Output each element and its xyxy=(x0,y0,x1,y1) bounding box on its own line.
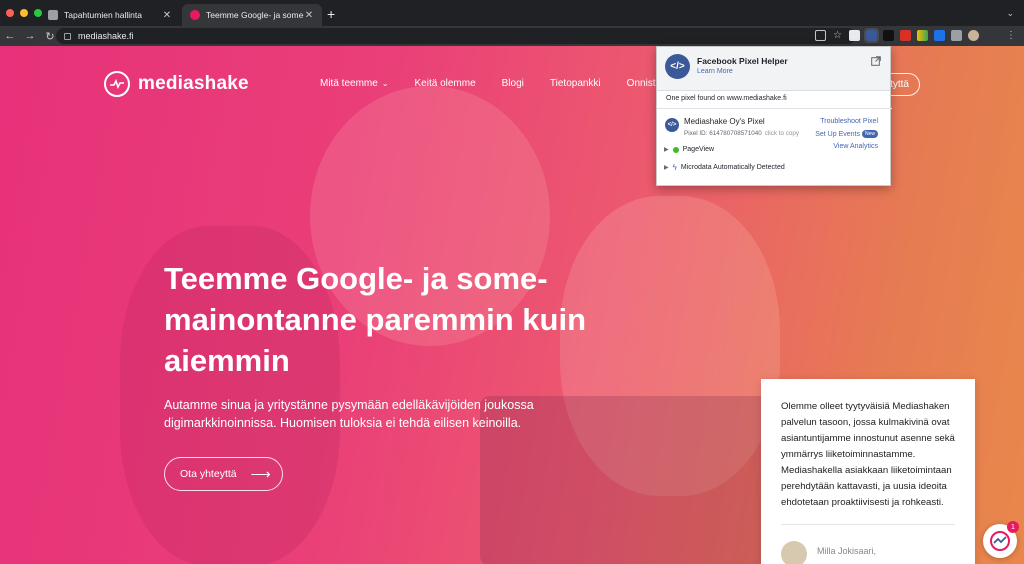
nav-item-keita-olemme[interactable]: Keitä olemme xyxy=(415,78,476,89)
tab-tapahtumien-hallinta[interactable]: Tapahtumien hallinta ✕ xyxy=(40,4,180,26)
tab-title: Teemme Google- ja some-mainontanne xyxy=(206,10,304,20)
bookmark-star-icon[interactable]: ☆ xyxy=(832,30,843,41)
main-nav: Mitä teemme ⌄ Keitä olemme Blogi Tietopan… xyxy=(320,78,669,89)
nav-label: Mitä teemme xyxy=(320,78,378,89)
open-external-icon[interactable] xyxy=(871,56,881,66)
chat-icon xyxy=(990,531,1010,551)
nav-item-tietopankki[interactable]: Tietopankki xyxy=(550,78,601,89)
event-label: PageView xyxy=(682,146,715,153)
testimonial-card: Olemme olleet tyytyväisiä Mediashaken pa… xyxy=(761,379,975,564)
pixel-code-icon: </> xyxy=(665,118,679,132)
extensions-row: ☆ xyxy=(815,28,979,43)
divider xyxy=(657,108,892,109)
close-window-button[interactable] xyxy=(6,9,14,17)
extension-g-icon[interactable] xyxy=(849,30,860,41)
popup-title: Facebook Pixel Helper xyxy=(697,56,788,66)
tab-search-icon[interactable]: ⌄ xyxy=(1006,8,1014,19)
troubleshoot-pixel-link[interactable]: Troubleshoot Pixel xyxy=(820,118,878,125)
extension-red-icon[interactable] xyxy=(900,30,911,41)
close-tab-icon[interactable]: ✕ xyxy=(162,10,172,21)
site-logo[interactable]: mediashake xyxy=(104,71,249,97)
hero-title: Teemme Google- ja some-mainontanne parem… xyxy=(164,261,587,378)
arrow-right-icon: ⟶ xyxy=(250,465,271,482)
chevron-down-icon: ⌄ xyxy=(381,79,389,88)
code-icon: </> xyxy=(665,54,690,79)
pixel-id-value: Pixel ID: 614780708571040 xyxy=(684,130,762,137)
tab-mediashake[interactable]: Teemme Google- ja some-mainontanne ✕ xyxy=(182,4,322,26)
extension-multicolor-icon[interactable] xyxy=(917,30,928,41)
pixel-helper-popup: </> Facebook Pixel Helper Learn More One… xyxy=(656,46,892,186)
author-avatar xyxy=(781,541,807,564)
learn-more-link[interactable]: Learn More xyxy=(697,68,733,75)
event-pageview[interactable]: ▶ PageView xyxy=(664,146,714,153)
tab-favicon-icon xyxy=(190,10,200,20)
expand-triangle-icon: ▶ xyxy=(664,147,669,153)
lock-icon xyxy=(64,32,71,40)
back-button[interactable]: ← xyxy=(0,30,20,42)
tab-favicon-icon xyxy=(48,10,58,20)
lightning-icon: ϟ xyxy=(672,163,677,172)
browser-window: Tapahtumien hallinta ✕ Teemme Google- ja… xyxy=(0,0,1024,564)
copy-hint: click to copy xyxy=(764,130,800,137)
share-icon[interactable] xyxy=(815,30,826,41)
url-text: mediashake.fi xyxy=(78,31,134,41)
view-analytics-link[interactable]: View Analytics xyxy=(833,143,878,150)
set-up-events-label: Set Up Events xyxy=(815,130,860,138)
pixel-name: Mediashake Oy's Pixel xyxy=(684,117,765,126)
nav-item-blogi[interactable]: Blogi xyxy=(502,78,524,89)
chat-widget-button[interactable]: 1 xyxy=(983,521,1019,558)
event-microdata[interactable]: ▶ ϟ Microdata Automatically Detected xyxy=(664,163,785,172)
address-bar[interactable]: mediashake.fi xyxy=(56,28,856,44)
divider xyxy=(781,524,955,525)
logo-mark-icon xyxy=(104,71,130,97)
nav-item-mita-teemme[interactable]: Mitä teemme ⌄ xyxy=(320,78,389,89)
testimonial-quote: Olemme olleet tyytyväisiä Mediashaken pa… xyxy=(781,401,955,508)
expand-triangle-icon: ▶ xyxy=(664,165,669,171)
set-up-events-link[interactable]: Set Up Events New xyxy=(815,130,878,138)
pixel-helper-extension-icon[interactable] xyxy=(864,28,879,43)
minimize-window-button[interactable] xyxy=(20,9,28,17)
event-label: Microdata Automatically Detected xyxy=(680,164,785,171)
extension-dark-icon[interactable] xyxy=(883,30,894,41)
new-badge: New xyxy=(861,130,878,138)
window-controls xyxy=(6,9,42,17)
logo-text: mediashake xyxy=(138,73,249,94)
close-tab-icon[interactable]: ✕ xyxy=(304,10,314,21)
notification-badge: 1 xyxy=(1007,521,1019,533)
browser-menu-icon[interactable]: ⋮ xyxy=(1006,30,1016,41)
pixel-id[interactable]: Pixel ID: 614780708571040 click to copy xyxy=(684,130,799,137)
tab-title: Tapahtumien hallinta xyxy=(64,10,142,20)
contact-button[interactable]: Ota yhteyttä ⟶ xyxy=(164,457,283,491)
new-tab-button[interactable]: + xyxy=(327,7,335,21)
tab-bar: Tapahtumien hallinta ✕ Teemme Google- ja… xyxy=(0,0,1024,26)
success-check-icon xyxy=(672,146,679,153)
extensions-puzzle-icon[interactable] xyxy=(951,30,962,41)
pixels-found-text: One pixel found on www.mediashake.fi xyxy=(666,95,787,102)
popup-header: </> Facebook Pixel Helper Learn More xyxy=(657,47,890,91)
forward-button[interactable]: → xyxy=(20,30,40,42)
extension-blue-icon[interactable] xyxy=(934,30,945,41)
testimonial-author: Milla Jokisaari, xyxy=(781,535,955,564)
browser-toolbar: ← → ↻ mediashake.fi ☆ ⋮ xyxy=(0,26,1024,46)
profile-avatar[interactable] xyxy=(968,30,979,41)
author-name: Milla Jokisaari, xyxy=(817,546,877,556)
hero-lead: Autamme sinua ja yritystänne pysymään ed… xyxy=(164,398,534,430)
contact-button-label: Ota yhteyttä xyxy=(180,468,237,480)
